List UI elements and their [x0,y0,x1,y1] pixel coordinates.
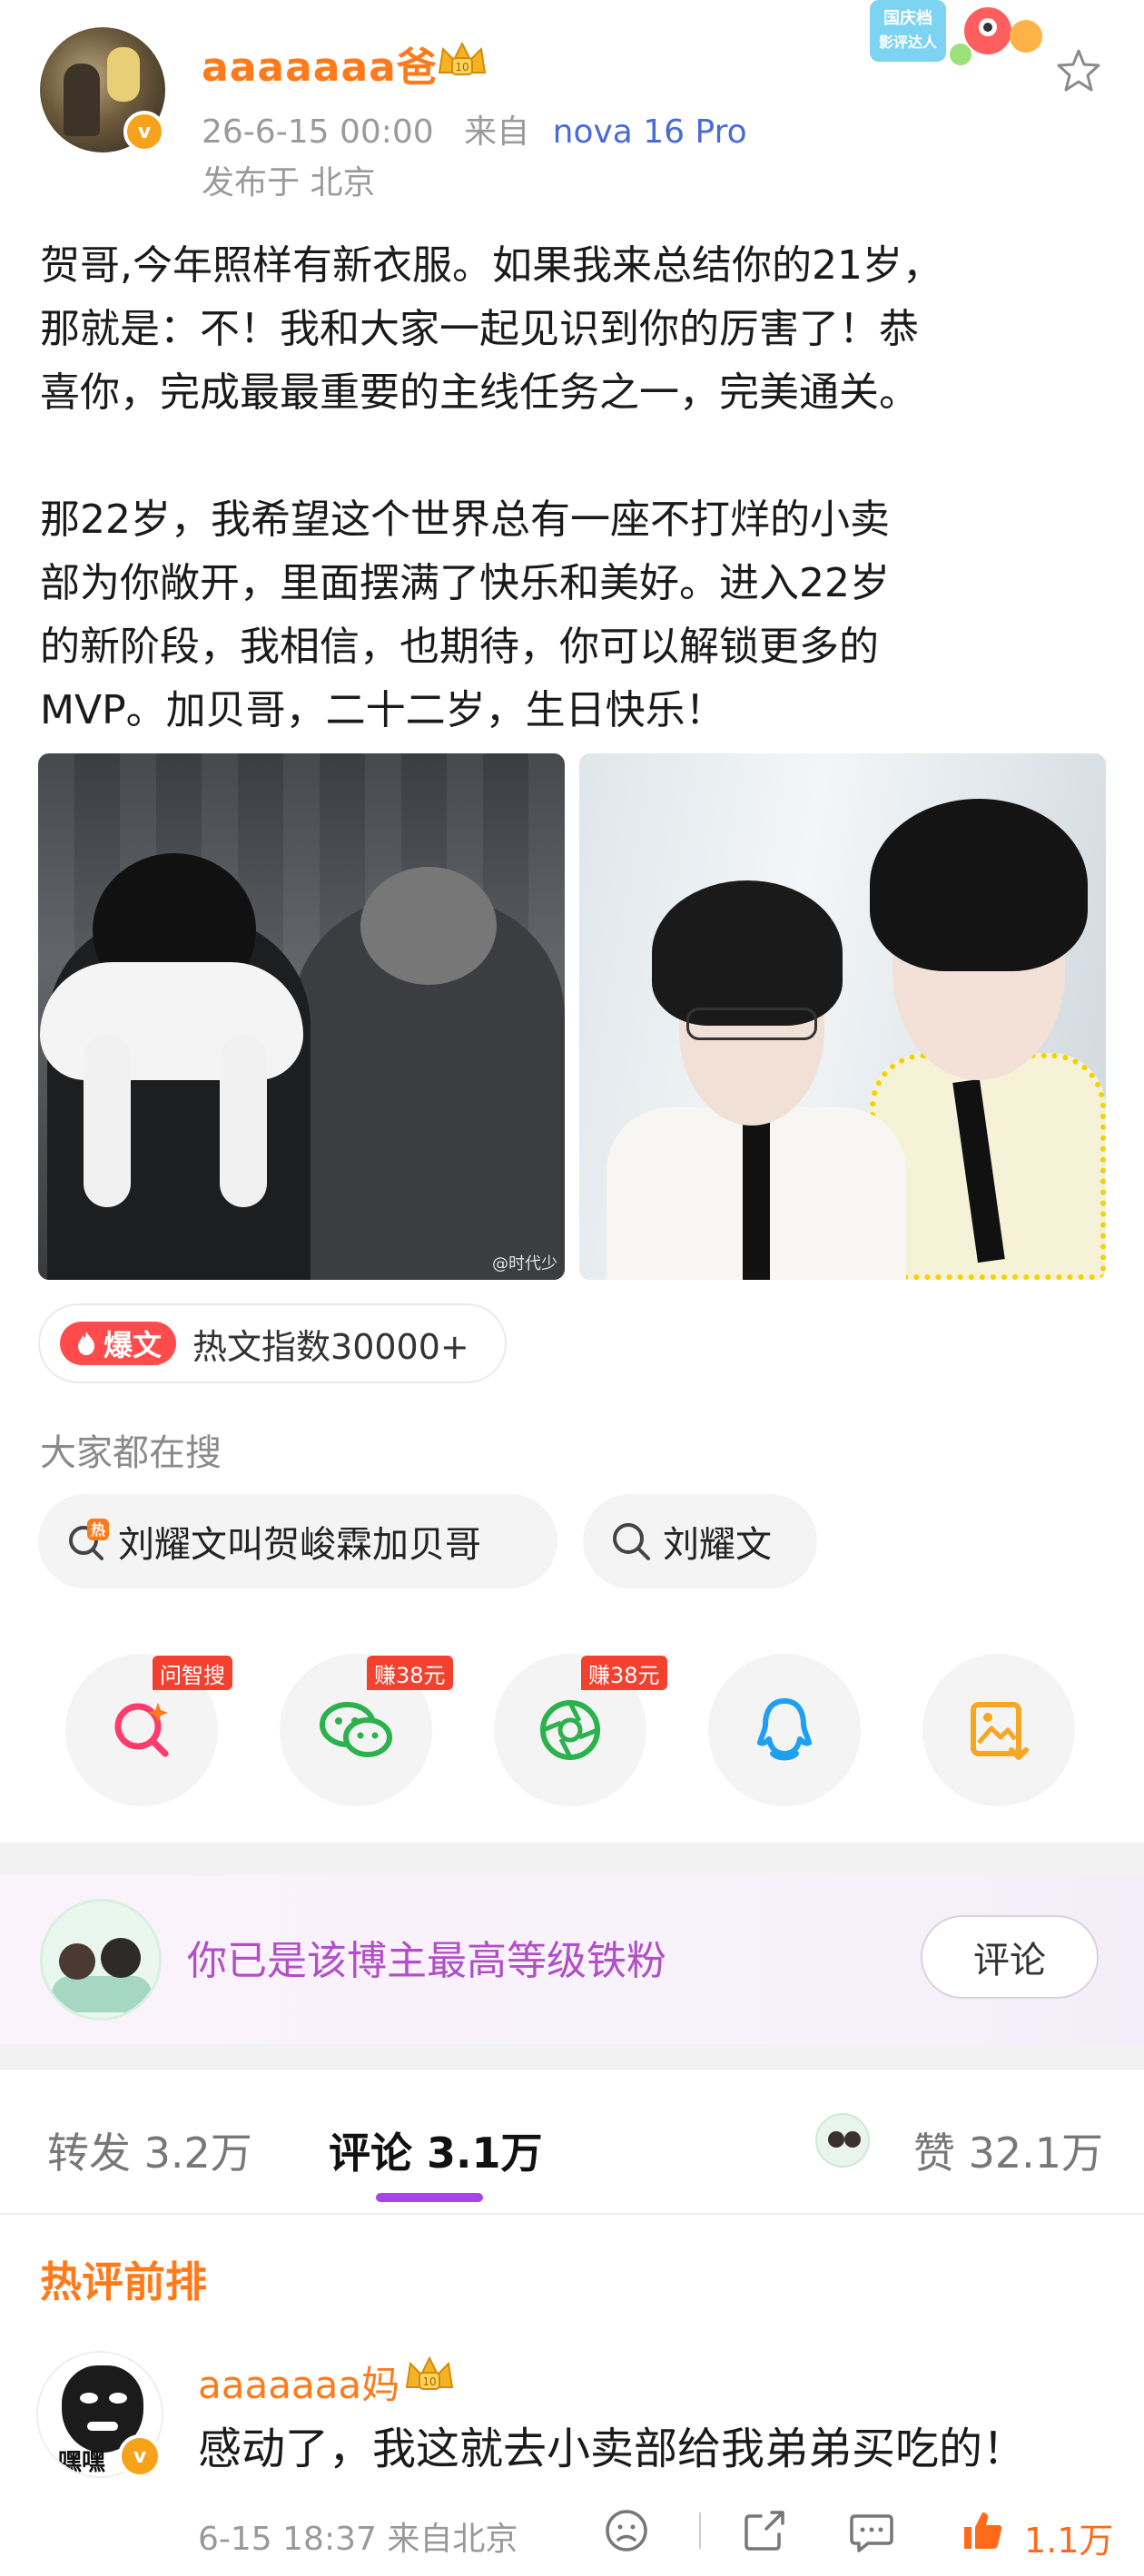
avatar-figure [107,47,140,102]
fan-avatar [40,1899,162,2020]
hot-search-icon: 热 [69,1519,109,1560]
section-divider [0,2044,1144,2070]
fan-level-bar: 你已是该博主最高等级铁粉 评论 [0,1875,1144,2044]
photo-head [360,867,497,985]
save-image-icon [971,1702,1029,1760]
svg-text:10: 10 [422,2375,436,2388]
verified-badge-icon: v [123,111,165,152]
share-icon[interactable] [741,2507,788,2554]
ai-search-icon [114,1703,169,1757]
avatar-mouth [87,2422,118,2431]
share-promo-tag: 赚38元 [581,1656,667,1690]
hot-comments-heading: 热评前排 [40,2257,207,2306]
avatar-eye [109,2393,127,2404]
avatar-figure [52,1976,152,2012]
photo-hair [652,880,843,1026]
fan-crown-icon: 10 [438,41,487,75]
active-tab-indicator [376,2193,483,2202]
hot-article-pill[interactable]: 爆文 热文指数30000+ [38,1303,507,1383]
save-image-button[interactable] [922,1654,1075,1806]
search-chip-label: 刘耀文叫贺峻霖加贝哥 [118,1524,481,1566]
avatar-figure [101,1938,141,1978]
bunny-ear [220,1035,267,1207]
qq-share-button[interactable] [708,1654,861,1806]
search-chip[interactable]: 刘耀文 [583,1494,817,1588]
search-chip-label: 刘耀文 [663,1524,772,1566]
hot-index-text: 热文指数30000+ [192,1326,469,1367]
qq-icon [757,1698,812,1761]
like-avatar [815,2113,870,2168]
tab-comment[interactable]: 评论 3.1万 [329,2120,543,2180]
moments-icon [540,1700,600,1760]
comment-like-count: 1.1万 [1024,2521,1114,2561]
commenter-name[interactable]: aaaaaaa妈 [198,2355,399,2410]
photo-hair [870,799,1088,971]
photo-glasses [686,1008,817,1040]
search-chip[interactable]: 热 刘耀文叫贺峻霖加贝哥 [38,1494,557,1588]
promo-badge-icon[interactable]: 国庆档 影评达人 [870,0,1051,74]
hot-tag-label: 爆文 [104,1328,163,1362]
author-name[interactable]: aaaaaaa爸 [202,34,438,93]
comment-button[interactable]: 评论 [921,1915,1099,1999]
search-heading: 大家都在搜 [40,1432,222,1474]
svg-text:影评达人: 影评达人 [879,34,938,51]
comment-text: 感动了，我这就去小卖部给我弟弟买吃的！ [198,2424,1027,2474]
post-time: 26-6-15 00:00 [202,113,434,151]
dislike-emoji-icon[interactable] [603,2507,650,2554]
avatar-figure [828,2131,844,2148]
avatar-text: 嘿嘿 [58,2449,106,2476]
avatar-figure [64,64,100,136]
verified-badge-icon: v [118,2434,162,2478]
svg-text:10: 10 [455,61,468,74]
hot-tag: 爆文 [60,1322,177,1365]
wechat-icon [320,1702,392,1757]
source-prefix: 来自 [464,113,530,151]
search-icon [613,1523,650,1560]
post-location: 发布于 北京 [202,164,376,202]
engagement-tabs: 转发 3.2万 评论 3.1万 赞 32.1万 [0,2070,1144,2215]
tab-like[interactable]: 赞 32.1万 [913,2120,1103,2180]
share-promo-tag: 赚38元 [367,1656,453,1690]
like-thumb-icon[interactable] [959,2507,1006,2554]
tab-repost[interactable]: 转发 3.2万 [47,2120,252,2180]
post-text: 贺哥,今年照样有新衣服。如果我来总结你的21岁， 那就是：不！我和大家一起见识到… [40,242,942,733]
post-photo[interactable] [579,753,1106,1280]
post-device[interactable]: nova 16 Pro [553,113,747,151]
photo-watermark: @时代少 [492,1254,557,1273]
action-separator [699,2512,701,2549]
post-meta: 26-6-15 00:00 来自 nova 16 Pro [202,105,747,152]
svg-text:国庆档: 国庆档 [883,8,932,28]
bunny-ear [84,1035,131,1207]
post-header: v aaaaaaa爸 10 26-6-15 00:00 来自 nova 16 P… [0,0,1144,209]
avatar-figure [59,1943,95,1980]
comment-meta: 6-15 18:37 来自北京 [198,2521,518,2558]
fan-level-text: 你已是该博主最高等级铁粉 [187,1938,666,1984]
avatar-figure [844,2131,861,2148]
comment-icon[interactable] [848,2507,895,2554]
favorite-star-icon[interactable] [1053,45,1104,96]
avatar-eye [80,2393,98,2404]
flame-icon [78,1332,94,1355]
share-promo-tag: 问智搜 [153,1656,232,1690]
hot-search-tag: 热 [91,1521,105,1539]
post-photo[interactable]: @时代少 [38,753,565,1280]
photo-tie [743,1116,770,1280]
fan-crown-icon: 10 [405,2355,454,2390]
section-divider [0,1843,1144,1875]
